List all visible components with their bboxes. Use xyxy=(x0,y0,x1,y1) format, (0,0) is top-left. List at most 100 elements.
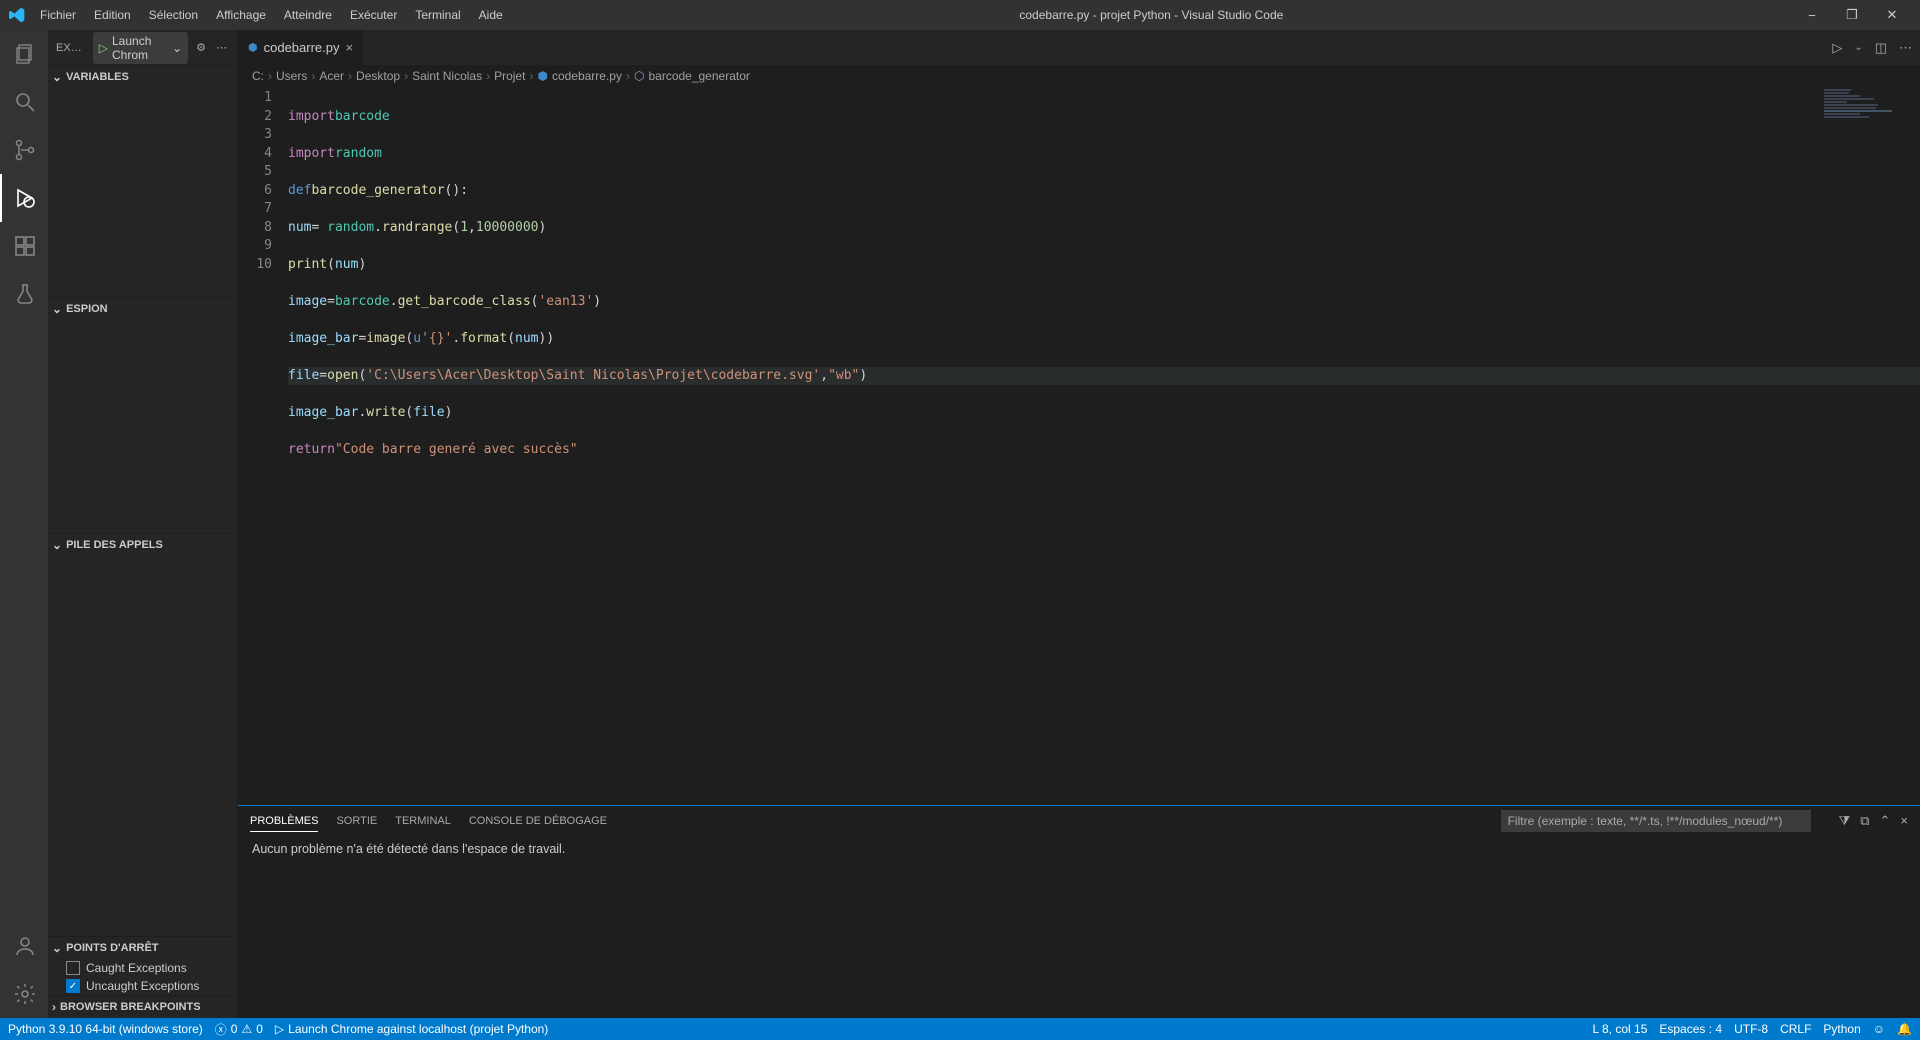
tab-label: codebarre.py xyxy=(264,40,340,55)
close-icon[interactable]: ✕ xyxy=(1872,0,1912,30)
account-icon[interactable] xyxy=(0,922,48,970)
breakpoint-label: Uncaught Exceptions xyxy=(86,979,199,993)
filter-input[interactable]: Filtre (exemple : texte, **/*.ts, !**/mo… xyxy=(1501,810,1811,832)
chevron-down-icon: ⌄ xyxy=(52,538,62,552)
status-cursor[interactable]: L 8, col 15 xyxy=(1592,1022,1647,1036)
section-browser-bp[interactable]: › BROWSER BREAKPOINTS xyxy=(48,996,237,1018)
editor-actions: ▷ ⌄ ◫ ⋯ xyxy=(1824,30,1920,65)
more-icon[interactable]: ⋯ xyxy=(214,39,229,56)
panel-tab-terminal[interactable]: TERMINAL xyxy=(395,811,451,831)
menu-executer[interactable]: Exécuter xyxy=(342,4,405,26)
activity-bar xyxy=(0,30,48,1018)
breadcrumb-item[interactable]: Saint Nicolas xyxy=(412,69,482,83)
checkbox-checked-icon[interactable]: ✓ xyxy=(66,979,80,993)
code-editor[interactable]: 12345678910 import barcode import random… xyxy=(238,87,1920,805)
gear-icon[interactable]: ⚙ xyxy=(194,39,208,56)
menu-selection[interactable]: Sélection xyxy=(141,4,206,26)
breadcrumb-item[interactable]: ⬡ barcode_generator xyxy=(634,69,750,83)
breakpoint-label: Caught Exceptions xyxy=(86,961,187,975)
status-encoding[interactable]: UTF-8 xyxy=(1734,1022,1768,1036)
bottom-panel: PROBLÈMES SORTIE TERMINAL CONSOLE DE DÉB… xyxy=(238,805,1920,1018)
close-panel-icon[interactable]: × xyxy=(1900,813,1908,829)
editor-area: ⬢ codebarre.py × ▷ ⌄ ◫ ⋯ C:› Users› Acer… xyxy=(238,30,1920,1018)
source-control-icon[interactable] xyxy=(0,126,48,174)
panel-tab-sortie[interactable]: SORTIE xyxy=(336,811,377,831)
panel-message: Aucun problème n'a été détecté dans l'es… xyxy=(238,836,1920,862)
window-controls: − ❐ ✕ xyxy=(1792,0,1912,30)
breakpoint-caught[interactable]: Caught Exceptions xyxy=(48,959,237,977)
panel-tabs: PROBLÈMES SORTIE TERMINAL CONSOLE DE DÉB… xyxy=(238,806,1920,836)
tabs-row: ⬢ codebarre.py × ▷ ⌄ ◫ ⋯ xyxy=(238,30,1920,65)
launch-config-label: Launch Chrom xyxy=(112,34,168,62)
search-icon[interactable] xyxy=(0,78,48,126)
split-editor-icon[interactable]: ◫ xyxy=(1875,40,1887,56)
code-content[interactable]: import barcode import random def barcode… xyxy=(288,87,1920,805)
section-label: POINTS D'ARRÊT xyxy=(66,942,158,954)
chevron-right-icon: › xyxy=(52,1000,56,1014)
debug-icon: ▷ xyxy=(275,1022,284,1036)
extensions-icon[interactable] xyxy=(0,222,48,270)
collapse-icon[interactable]: ⧉ xyxy=(1860,813,1869,829)
explorer-icon[interactable] xyxy=(0,30,48,78)
breadcrumb-item[interactable]: Acer xyxy=(319,69,344,83)
breakpoint-uncaught[interactable]: ✓ Uncaught Exceptions xyxy=(48,977,237,995)
breadcrumb-item[interactable]: ⬢ codebarre.py xyxy=(537,69,622,83)
notifications-icon[interactable]: 🔔 xyxy=(1897,1022,1912,1036)
status-launch[interactable]: ▷Launch Chrome against localhost (projet… xyxy=(275,1022,548,1036)
filter-icon[interactable]: ⧩ xyxy=(1839,813,1851,829)
editor-tab[interactable]: ⬢ codebarre.py × xyxy=(238,30,363,65)
debug-sidebar: EXÉC... ▷ Launch Chrom ⌄ ⚙ ⋯ ⌄VARIABLES … xyxy=(48,30,238,1018)
status-spaces[interactable]: Espaces : 4 xyxy=(1659,1022,1722,1036)
section-pile[interactable]: ⌄PILE DES APPELS xyxy=(48,534,237,556)
breadcrumb-item[interactable]: Projet xyxy=(494,69,525,83)
breadcrumb: C:› Users› Acer› Desktop› Saint Nicolas›… xyxy=(238,65,1920,87)
chevron-down-icon: ⌄ xyxy=(52,70,62,84)
breadcrumb-item[interactable]: C: xyxy=(252,69,264,83)
section-espion[interactable]: ⌄ESPION xyxy=(48,298,237,320)
maximize-panel-icon[interactable]: ⌃ xyxy=(1880,813,1891,829)
breadcrumb-item[interactable]: Users xyxy=(276,69,307,83)
run-debug-icon[interactable] xyxy=(0,174,48,222)
minimize-icon[interactable]: − xyxy=(1792,0,1832,30)
maximize-icon[interactable]: ❐ xyxy=(1832,0,1872,30)
status-python[interactable]: Python 3.9.10 64-bit (windows store) xyxy=(8,1022,203,1036)
chevron-down-icon[interactable]: ⌄ xyxy=(1854,42,1862,53)
checkbox-icon[interactable] xyxy=(66,961,80,975)
menu-edition[interactable]: Edition xyxy=(86,4,139,26)
play-icon: ▷ xyxy=(99,41,108,55)
menu-fichier[interactable]: Fichier xyxy=(32,4,84,26)
menu-bar: Fichier Edition Sélection Affichage Atte… xyxy=(32,4,511,26)
section-label: VARIABLES xyxy=(66,71,129,83)
chevron-down-icon: ⌄ xyxy=(52,302,62,316)
section-breakpoints[interactable]: ⌄ POINTS D'ARRÊT xyxy=(48,937,237,959)
menu-affichage[interactable]: Affichage xyxy=(208,4,274,26)
section-variables[interactable]: ⌄ VARIABLES xyxy=(48,66,237,88)
status-bar: Python 3.9.10 64-bit (windows store) ⓧ0 … xyxy=(0,1018,1920,1040)
launch-config-dropdown[interactable]: ▷ Launch Chrom ⌄ xyxy=(93,32,188,64)
breadcrumb-item[interactable]: Desktop xyxy=(356,69,400,83)
menu-atteindre[interactable]: Atteindre xyxy=(276,4,340,26)
titlebar: Fichier Edition Sélection Affichage Atte… xyxy=(0,0,1920,30)
window-title: codebarre.py - projet Python - Visual St… xyxy=(511,8,1792,22)
menu-aide[interactable]: Aide xyxy=(471,4,511,26)
settings-gear-icon[interactable] xyxy=(0,970,48,1018)
status-language[interactable]: Python xyxy=(1823,1022,1860,1036)
chevron-down-icon: ⌄ xyxy=(172,41,182,55)
close-tab-icon[interactable]: × xyxy=(346,40,354,55)
function-icon: ⬡ xyxy=(634,69,644,83)
testing-icon[interactable] xyxy=(0,270,48,318)
error-icon: ⓧ xyxy=(215,1021,227,1038)
panel-tab-problemes[interactable]: PROBLÈMES xyxy=(250,811,318,832)
status-eol[interactable]: CRLF xyxy=(1780,1022,1811,1036)
python-file-icon: ⬢ xyxy=(248,41,258,54)
sidebar-title: EXÉC... xyxy=(56,42,87,54)
more-icon[interactable]: ⋯ xyxy=(1899,40,1912,56)
chevron-down-icon: ⌄ xyxy=(52,941,62,955)
panel-tab-console[interactable]: CONSOLE DE DÉBOGAGE xyxy=(469,811,607,831)
feedback-icon[interactable]: ☺ xyxy=(1873,1022,1885,1036)
section-label: BROWSER BREAKPOINTS xyxy=(60,1001,201,1013)
python-file-icon: ⬢ xyxy=(537,69,547,83)
menu-terminal[interactable]: Terminal xyxy=(407,4,468,26)
status-problems[interactable]: ⓧ0 ⚠0 xyxy=(215,1021,263,1038)
run-file-icon[interactable]: ▷ xyxy=(1832,40,1842,56)
